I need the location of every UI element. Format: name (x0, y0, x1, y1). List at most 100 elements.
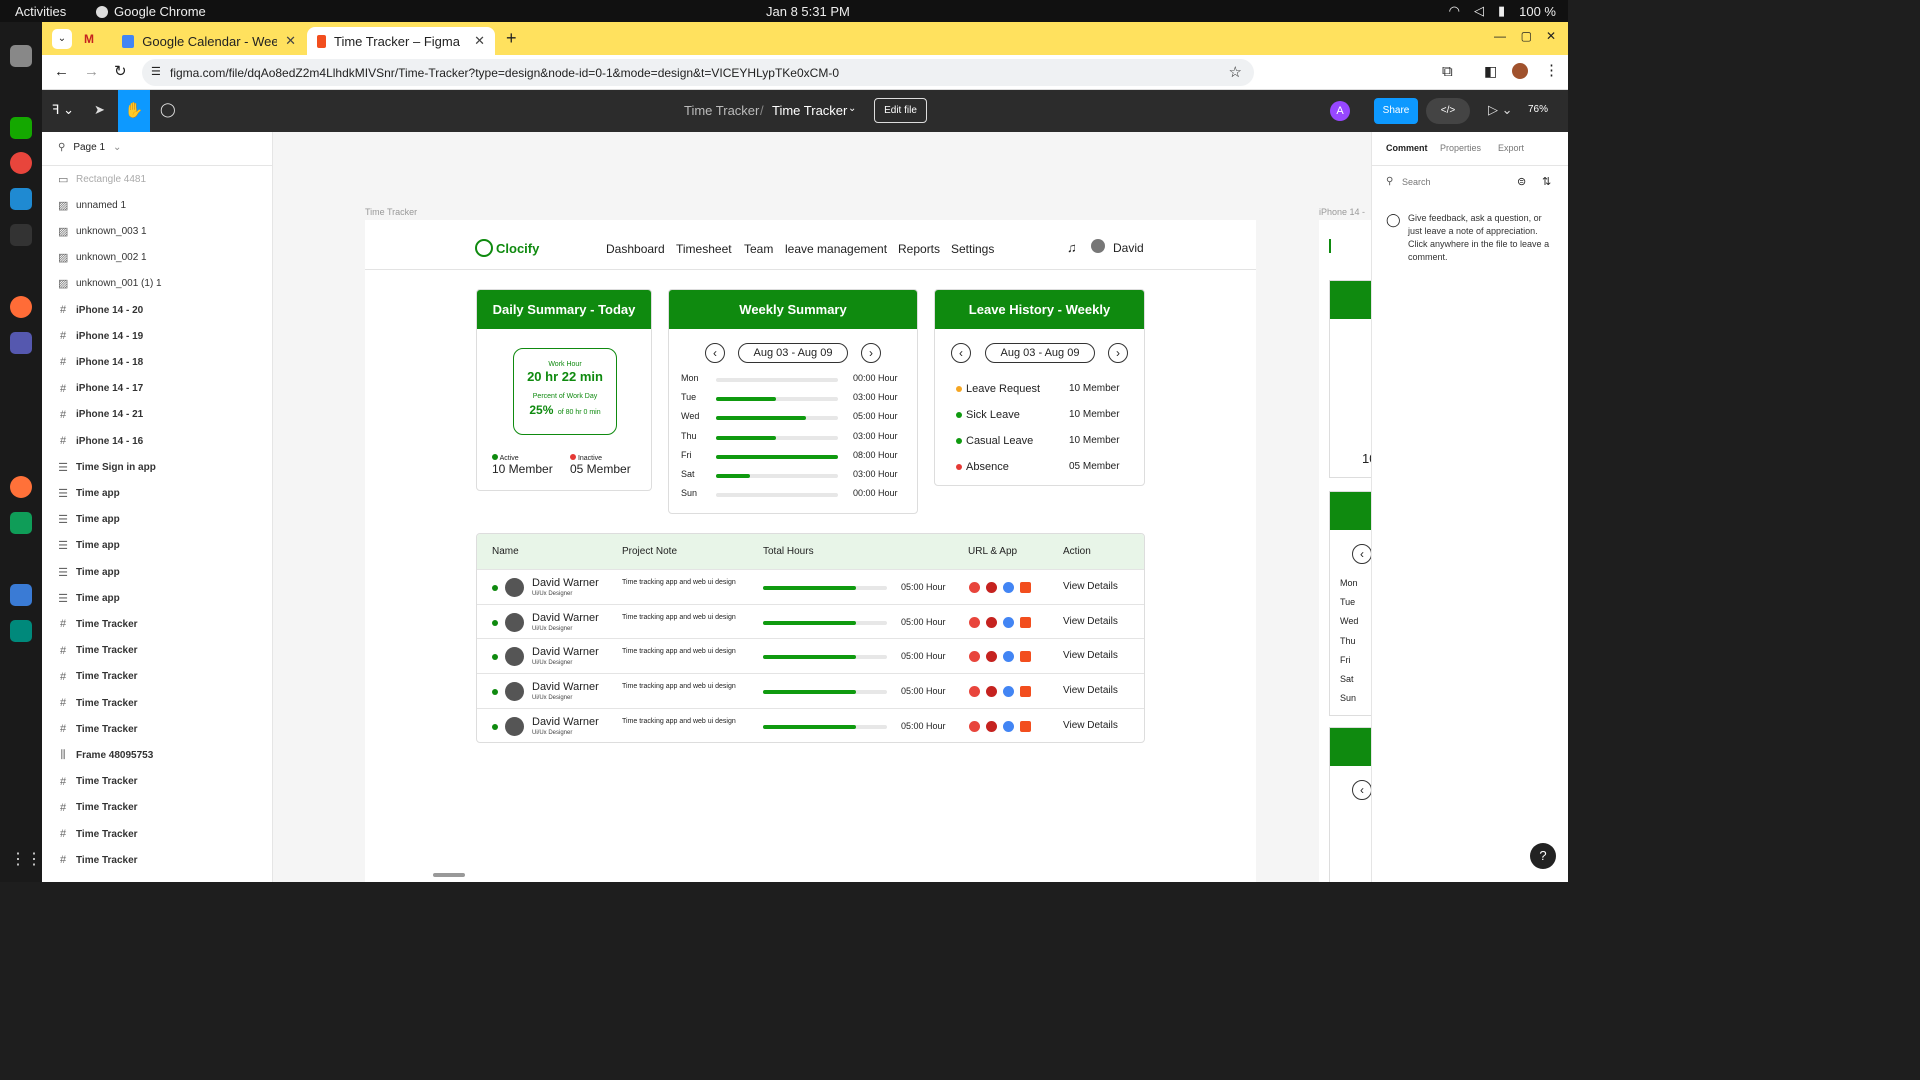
clock[interactable]: Jan 8 5:31 PM (766, 4, 850, 19)
google-icon[interactable] (1003, 686, 1014, 698)
view-details-link[interactable]: View Details (1063, 720, 1118, 731)
reload-icon[interactable]: ↻ (114, 62, 127, 80)
design-canvas[interactable]: Time Tracker iPhone 14 - Clocify Dashboa… (273, 132, 1371, 882)
sheets-app-icon[interactable] (10, 512, 32, 534)
zoom-level[interactable]: 76% (1528, 104, 1548, 115)
bookmark-star-icon[interactable]: ☆ (1229, 63, 1242, 81)
firefox-app-icon[interactable] (10, 476, 32, 498)
google-icon[interactable] (1003, 651, 1014, 663)
chrome-icon[interactable] (969, 686, 980, 698)
user-name[interactable]: David (1113, 241, 1144, 255)
next-week-button[interactable]: › (1108, 343, 1128, 363)
layer-item[interactable]: ☰ Time app (42, 507, 272, 533)
chrome-menu-icon[interactable]: ⋮ (1544, 61, 1559, 79)
layer-item[interactable]: # Time Tracker (42, 690, 272, 716)
bell-icon[interactable]: ♫ (1067, 240, 1077, 255)
layer-item[interactable]: ☰ Time app (42, 480, 272, 506)
terminal-app-icon[interactable] (10, 224, 32, 246)
google-icon[interactable] (1003, 616, 1014, 628)
extensions-icon[interactable]: ⧉ (1442, 63, 1453, 80)
week-range[interactable]: Aug 03 - Aug 09 (985, 343, 1095, 363)
move-tool-icon[interactable]: ➤ (94, 102, 105, 118)
gmail-icon[interactable] (986, 651, 997, 663)
share-button[interactable]: Share (1374, 98, 1418, 124)
teams-app-icon[interactable] (10, 332, 32, 354)
layer-item[interactable]: # Time Tracker (42, 795, 272, 821)
prev-week-button[interactable]: ‹ (705, 343, 725, 363)
file-dropdown-icon[interactable]: ⌄ (848, 103, 856, 114)
comment-search-input[interactable]: Search (1402, 177, 1431, 187)
nav-leave-management[interactable]: leave management (785, 242, 887, 256)
address-bar[interactable]: ☰ figma.com/file/dqAo8edZ2m4LlhdkMIVSnr/… (142, 59, 1254, 86)
prev-week-button[interactable]: ‹ (951, 343, 971, 363)
show-apps-icon[interactable]: ⋮⋮ (10, 849, 42, 871)
tab-properties[interactable]: Properties (1440, 143, 1481, 153)
chrome-icon[interactable] (969, 720, 980, 732)
layer-item[interactable]: ☰ Time app (42, 533, 272, 559)
table-row[interactable]: David Warner Ui/Ux Designer Time tracking … (477, 638, 1144, 673)
view-details-link[interactable]: View Details (1063, 650, 1118, 661)
settings-app-icon[interactable] (10, 45, 32, 67)
view-details-link[interactable]: View Details (1063, 685, 1118, 696)
layer-item[interactable]: # Time Tracker (42, 769, 272, 795)
gmail-icon[interactable] (986, 582, 997, 593)
figma-icon[interactable] (1020, 686, 1031, 698)
layer-item[interactable]: ▭ Rectangle 4481 (42, 166, 272, 192)
layer-item[interactable]: # iPhone 14 - 21 (42, 402, 272, 428)
figma-icon[interactable] (1020, 651, 1031, 663)
gmail-icon[interactable] (986, 616, 997, 628)
edit-file-button[interactable]: Edit file (874, 98, 927, 123)
layer-item[interactable]: # iPhone 14 - 18 (42, 349, 272, 375)
vscode-app-icon[interactable] (10, 188, 32, 210)
chrome-icon[interactable] (969, 582, 980, 593)
layer-item[interactable]: # iPhone 14 - 17 (42, 376, 272, 402)
activities-button[interactable]: Activities (15, 4, 66, 19)
postman-app-icon[interactable] (10, 296, 32, 318)
search-icon[interactable]: ⚲ (58, 142, 65, 153)
breadcrumb-file[interactable]: Time Tracker (772, 103, 847, 118)
tab-comment[interactable]: Comment (1386, 143, 1428, 153)
search-icon[interactable]: ⚲ (1386, 176, 1393, 187)
chrome-icon[interactable] (969, 651, 980, 663)
layer-item[interactable]: # Time Tracker (42, 664, 272, 690)
close-tab-icon[interactable]: ✕ (285, 33, 296, 49)
chrome-icon[interactable] (969, 616, 980, 628)
tab-time-tracker-figma[interactable]: Time Tracker – Figma ✕ (307, 27, 495, 55)
upwork-app-icon[interactable] (10, 117, 32, 139)
editor-app-icon[interactable] (10, 584, 32, 606)
layer-item[interactable]: # iPhone 14 - 20 (42, 297, 272, 323)
frame-label[interactable]: Time Tracker (365, 207, 417, 217)
view-details-link[interactable]: View Details (1063, 581, 1118, 592)
view-details-link[interactable]: View Details (1063, 616, 1118, 627)
nav-settings[interactable]: Settings (951, 242, 994, 256)
time-tracker-frame[interactable]: Clocify Dashboard Timesheet Team leave m… (365, 220, 1256, 882)
close-window-button[interactable]: ✕ (1546, 29, 1556, 43)
table-row[interactable]: David Warner Ui/Ux Designer Time tracking … (477, 673, 1144, 708)
nav-reports[interactable]: Reports (898, 242, 940, 256)
comment-tool-icon[interactable]: ◯ (160, 101, 176, 118)
layer-item[interactable]: # Time Tracker (42, 611, 272, 637)
nav-dashboard[interactable]: Dashboard (606, 242, 665, 256)
close-tab-icon[interactable]: ✕ (474, 33, 485, 49)
gmail-pinned-tab[interactable]: M (84, 32, 94, 46)
tab-export[interactable]: Export (1498, 143, 1524, 153)
layer-item[interactable]: ☰ Time app (42, 585, 272, 611)
horizontal-scrollbar[interactable] (433, 873, 465, 877)
nav-team[interactable]: Team (744, 242, 773, 256)
layer-item[interactable]: # Time Tracker (42, 821, 272, 847)
layer-item[interactable]: ▨ unnamed 1 (42, 192, 272, 218)
sidebar-icon[interactable]: ◧ (1484, 63, 1497, 80)
dev-mode-toggle[interactable]: </> (1426, 98, 1470, 124)
forward-icon[interactable]: → (84, 63, 99, 80)
user-avatar[interactable]: A (1330, 101, 1350, 121)
table-row[interactable]: David Warner Ui/Ux Designer Time tracking … (477, 569, 1144, 604)
app-menu[interactable]: Google Chrome (96, 4, 206, 19)
page-selector[interactable]: ⚲ Page 1 ⌄ (58, 142, 121, 153)
maximize-window-button[interactable]: ▢ (1521, 29, 1532, 43)
system-tray[interactable]: ◠ ◁ ▮ 100 % (1449, 3, 1556, 19)
layer-item[interactable]: ☰ Time app (42, 559, 272, 585)
chat-app-icon[interactable] (10, 620, 32, 642)
frame-label-peek[interactable]: iPhone 14 - (1319, 207, 1365, 217)
layer-item[interactable]: ⫼ Frame 48095753 (42, 742, 272, 768)
layer-item[interactable]: # iPhone 14 - 16 (42, 428, 272, 454)
